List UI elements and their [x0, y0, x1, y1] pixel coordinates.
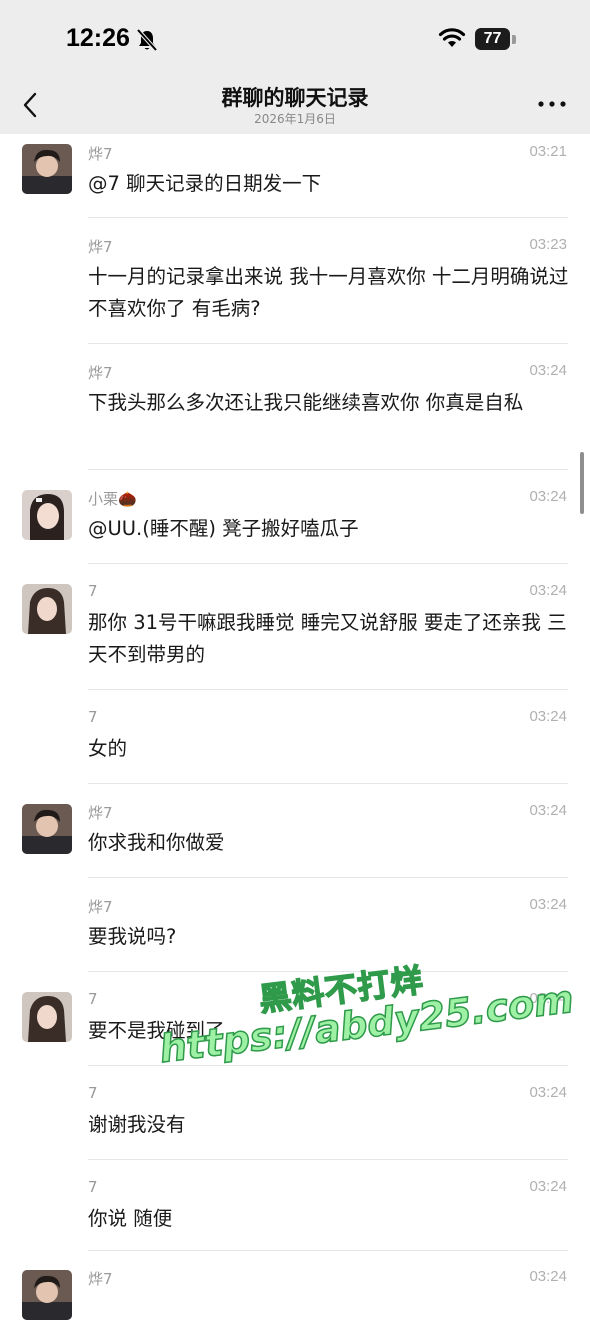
sender-name: 烨7 [88, 238, 113, 256]
message-text: 十一月的记录拿出来说 我十一月喜欢你 十二月明确说过不喜欢你了 有毛病? [88, 265, 569, 320]
message-text: @7 聊天记录的日期发一下 [88, 172, 322, 195]
sender-name: 烨7 [88, 145, 113, 163]
sender-name: 7 [88, 708, 98, 726]
divider [88, 343, 568, 344]
sender-name: 7 [88, 990, 98, 1008]
avatar[interactable] [22, 804, 72, 854]
nav-bar: 群聊的聊天记录 2026年1月6日 [0, 78, 590, 134]
message-text: 谢谢我没有 [88, 1113, 186, 1136]
message-text: 你说 随便 [88, 1207, 173, 1230]
message-time: 03:24 [529, 990, 567, 1007]
message-time: 03:24 [529, 1084, 567, 1101]
scrollbar[interactable] [580, 452, 584, 514]
status-bar: 12:26 77 [0, 0, 590, 78]
sender-name: 烨7 [88, 364, 113, 382]
avatar-ye7-image [22, 804, 72, 854]
page-subtitle: 2026年1月6日 [254, 112, 336, 126]
avatar-7-image [22, 584, 72, 634]
sender-name: 7 [88, 1178, 98, 1196]
message-time: 03:24 [529, 1178, 567, 1195]
sender-name: 7 [88, 582, 98, 600]
message-text: 要我说吗? [88, 925, 177, 948]
message-time: 03:24 [529, 896, 567, 913]
message-time: 03:24 [529, 802, 567, 819]
message-time: 03:24 [529, 488, 567, 505]
battery-icon: 77 [475, 28, 510, 50]
message-time: 03:24 [529, 708, 567, 725]
sender-name: 小栗🌰 [88, 490, 137, 508]
divider [88, 563, 568, 564]
message-text: 你求我和你做爱 [88, 831, 225, 854]
message-text: 女的 [88, 737, 128, 760]
sender-name: 烨7 [88, 1270, 113, 1288]
divider [88, 469, 568, 470]
avatar-xiaoli-image [22, 490, 72, 540]
message-time: 03:24 [529, 362, 567, 379]
avatar[interactable] [22, 992, 72, 1042]
message-text: 那你 31号干嘛跟我睡觉 睡完又说舒服 要走了还亲我 三天不到带男的 [88, 611, 567, 666]
battery-cap [512, 35, 516, 44]
avatar-ye7-image [22, 144, 72, 194]
avatar[interactable] [22, 490, 72, 540]
message-text: 下我头那么多次还让我只能继续喜欢你 你真是自私 [88, 391, 524, 414]
divider [88, 1065, 568, 1066]
page-title: 群聊的聊天记录 [221, 86, 369, 110]
message-time: 03:21 [529, 143, 567, 160]
divider [88, 1250, 568, 1251]
sender-name: 烨7 [88, 898, 113, 916]
message-text: @UU.(睡不醒) 凳子搬好嗑瓜子 [88, 517, 359, 540]
message-text: 要不是我碰到了 [88, 1019, 225, 1042]
wifi-icon [438, 28, 466, 47]
sender-name: 7 [88, 1084, 98, 1102]
bell-off-icon [136, 28, 158, 52]
message-time: 03:23 [529, 236, 567, 253]
divider [88, 1159, 568, 1160]
divider [88, 783, 568, 784]
status-time: 12:26 [66, 24, 130, 52]
sender-name: 烨7 [88, 804, 113, 822]
divider [88, 689, 568, 690]
message-time: 03:24 [529, 1268, 567, 1285]
avatar[interactable] [22, 584, 72, 634]
avatar[interactable] [22, 144, 72, 194]
avatar-ye7-image [22, 1270, 72, 1320]
message-time: 03:24 [529, 582, 567, 599]
avatar-7-image [22, 992, 72, 1042]
chestnut-emoji-icon: 🌰 [118, 490, 137, 508]
more-options-icon[interactable] [537, 99, 567, 109]
divider [88, 971, 568, 972]
divider [88, 217, 568, 218]
divider [88, 877, 568, 878]
watermark-title: 黑料不打烊 [256, 960, 426, 1019]
avatar[interactable] [22, 1270, 72, 1320]
